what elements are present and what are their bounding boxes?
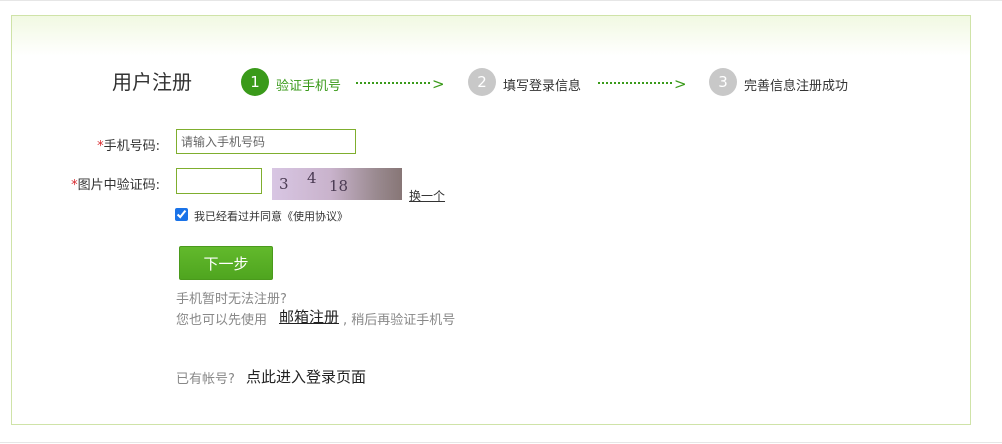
step-3-number: 3	[709, 68, 737, 96]
page-title: 用户注册	[112, 70, 192, 94]
step-2-label: 填写登录信息	[503, 79, 582, 94]
captcha-char: 4	[307, 169, 317, 187]
refresh-captcha-link[interactable]: 换一个	[409, 187, 445, 204]
step-2-number: 2	[468, 68, 496, 96]
step-1-number: 1	[241, 68, 269, 96]
step-1-label: 验证手机号	[276, 79, 342, 94]
next-step-button[interactable]: 下一步	[179, 246, 273, 280]
captcha-char: 3	[279, 175, 289, 193]
captcha-char: 18	[329, 177, 349, 195]
bottom-divider	[0, 442, 1002, 443]
step-connector-2	[598, 82, 672, 84]
agree-checkbox[interactable]	[175, 208, 188, 221]
notice-line2-suffix: , 稍后再验证手机号	[343, 313, 456, 328]
agree-label[interactable]: 我已经看过并同意《使用协议》	[194, 208, 348, 224]
captcha-label: *图片中验证码:	[40, 174, 160, 193]
step-arrow-2: >	[674, 75, 687, 93]
captcha-label-text: 图片中验证码:	[77, 178, 160, 193]
notice-line2-prefix: 您也可以先使用	[176, 313, 268, 328]
top-divider	[0, 0, 1002, 1]
phone-label-text: 手机号码:	[103, 139, 160, 154]
login-page-link[interactable]: 点此进入登录页面	[246, 366, 366, 387]
step-connector-1	[356, 82, 430, 84]
email-register-link[interactable]: 邮箱注册	[279, 306, 339, 327]
notice-line1: 手机暂时无法注册?	[176, 292, 287, 307]
captcha-image[interactable]: 3 4 18	[272, 168, 402, 200]
captcha-input[interactable]	[176, 168, 262, 194]
step-3-label: 完善信息注册成功	[744, 79, 849, 94]
phone-input[interactable]	[176, 129, 356, 154]
login-prefix: 已有帐号?	[176, 372, 235, 387]
phone-label: *手机号码:	[60, 135, 160, 154]
step-arrow-1: >	[432, 75, 445, 93]
